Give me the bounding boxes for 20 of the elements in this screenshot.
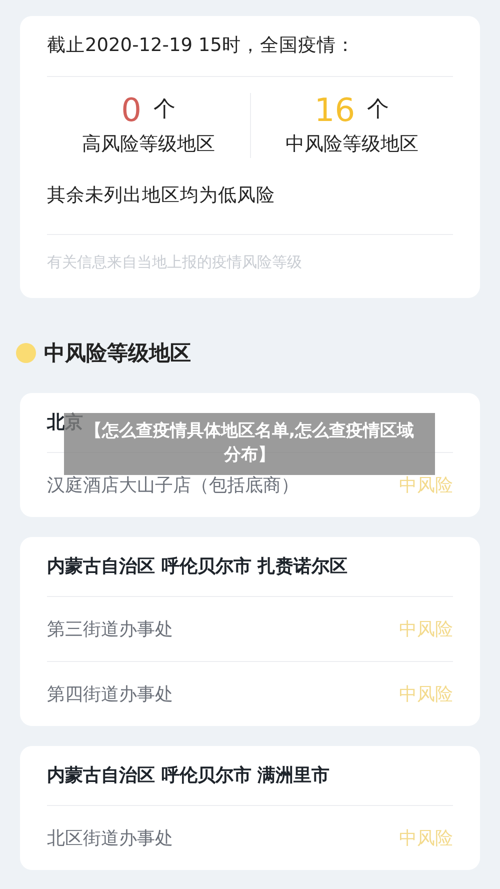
stat-count: 16 xyxy=(314,94,356,126)
region-title: 内蒙古自治区 呼伦贝尔市 满洲里市 xyxy=(47,765,330,786)
region-title: 内蒙古自治区 呼伦贝尔市 扎赉诺尔区 xyxy=(47,556,348,577)
region-title: 北京 xyxy=(47,412,83,433)
place-name: 汉庭酒店大山子店（包括底商） xyxy=(47,474,299,498)
risk-level: 中风险 xyxy=(399,474,453,498)
summary-note: 其余未列出地区均为低风险 xyxy=(47,185,275,206)
place-name: 北区街道办事处 xyxy=(47,826,173,850)
place-name: 第四街道办事处 xyxy=(47,682,173,706)
risk-level: 中风险 xyxy=(399,826,453,850)
summary-title: 截止2020-12-19 15时，全国疫情： xyxy=(47,35,355,56)
section-title: 中风险等级地区 xyxy=(44,340,191,366)
stat-label: 高风险等级地区 xyxy=(80,132,216,157)
risk-level: 中风险 xyxy=(399,618,453,642)
stat-unit: 个 xyxy=(153,96,176,124)
stat-unit: 个 xyxy=(367,96,390,124)
risk-level: 中风险 xyxy=(399,682,453,706)
place-name: 第三街道办事处 xyxy=(47,618,173,642)
stat-label: 中风险等级地区 xyxy=(284,132,420,157)
stat-count: 0 xyxy=(121,94,142,126)
